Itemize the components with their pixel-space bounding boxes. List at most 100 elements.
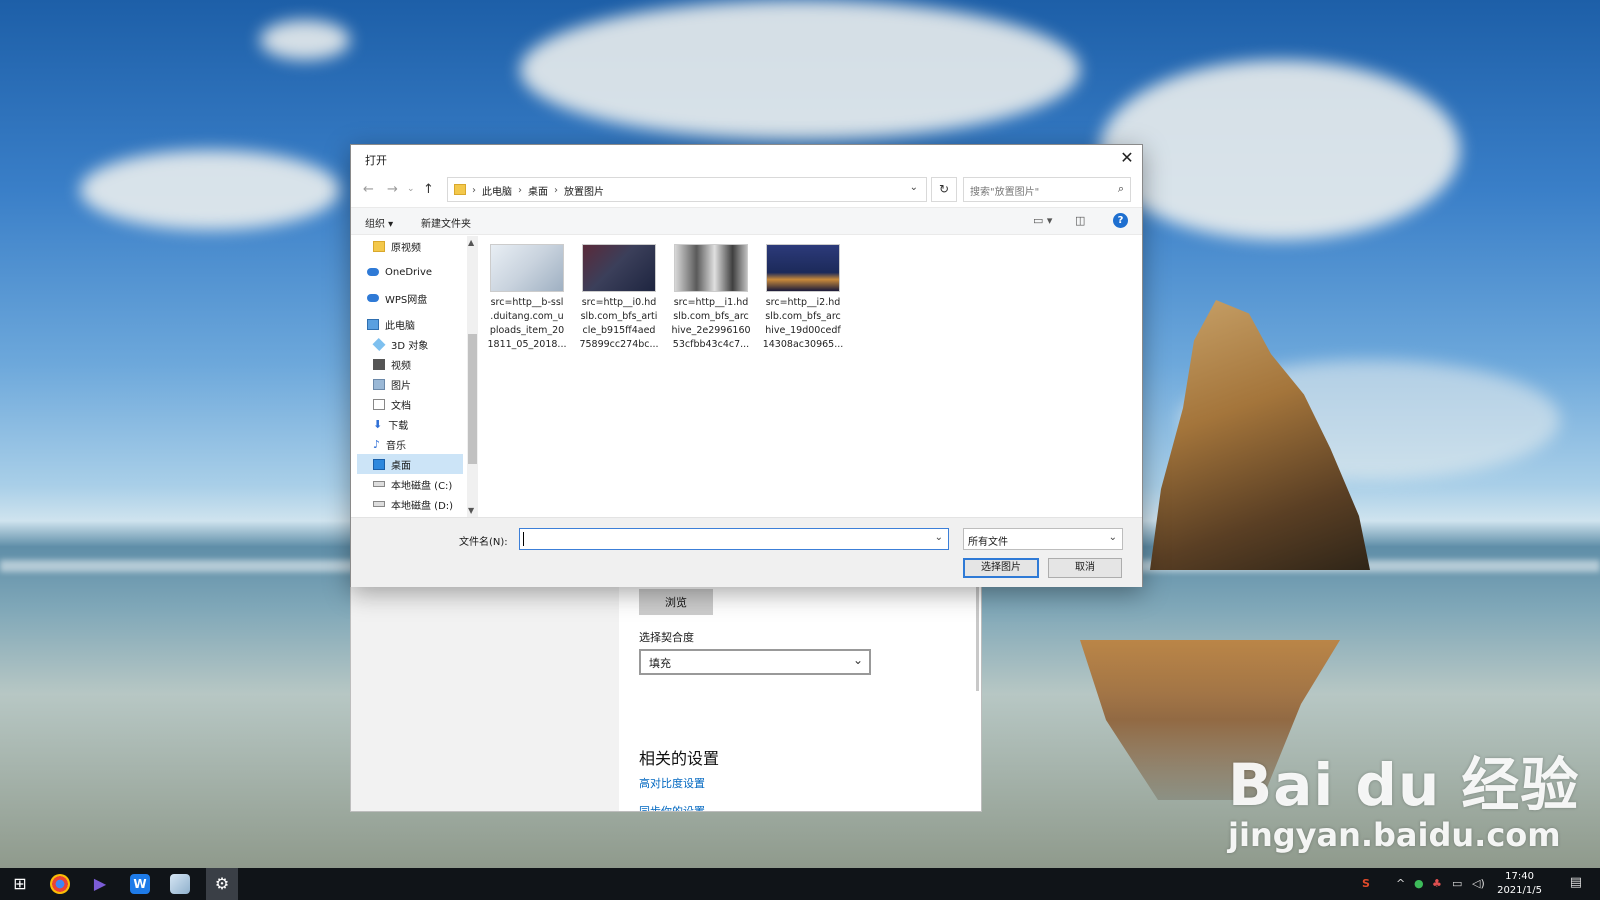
search-icon: ⌕ (1117, 182, 1124, 195)
file-name: src=http__i2.hd slb.com_bfs_arc hive_19d00… (762, 297, 844, 350)
taskbar: ⊞ ▶ W ⚙ S ^ ● ♣ ▭ ◁) 17:40 2021/1/5 ▤ (0, 868, 1600, 900)
address-row: ← → ⌄ ↑ › 此电脑 › 桌面 › 放置图片 ⌄ ↻ 搜索"放置图片" ⌕ (351, 173, 1142, 207)
nav-scrollbar[interactable]: ▲ ▼ (467, 236, 478, 517)
file-name: src=http__i1.hd slb.com_bfs_arc hive_2e299… (671, 297, 751, 350)
nav-item-music[interactable]: ♪ 音乐 (373, 434, 469, 454)
document-icon (373, 398, 385, 410)
nav-label: 本地磁盘 (D:) (391, 500, 454, 512)
sync-settings-link[interactable]: 同步你的设置 (639, 803, 705, 811)
file-item[interactable]: src=http__i1.hd slb.com_bfs_arc hive_2e299… (669, 242, 753, 352)
tray-app-icon[interactable]: ♣ (1432, 877, 1442, 890)
wechat-icon[interactable]: ● (1414, 877, 1424, 890)
dialog-title: 打开 (365, 154, 387, 167)
address-bar[interactable]: › 此电脑 › 桌面 › 放置图片 ⌄ (447, 177, 927, 202)
high-contrast-link[interactable]: 高对比度设置 (639, 775, 705, 791)
windows-start-icon[interactable]: ⊞ (10, 874, 30, 894)
search-input[interactable]: 搜索"放置图片" ⌕ (963, 177, 1131, 202)
nav-item-downloads[interactable]: ⬇ 下载 (373, 414, 469, 434)
nav-label: 原视频 (391, 242, 421, 254)
notification-center-icon[interactable]: ▤ (1570, 875, 1582, 890)
chevron-up-icon[interactable]: ^ (1396, 877, 1405, 890)
up-arrow-icon[interactable]: ↑ (423, 182, 434, 197)
download-icon: ⬇ (373, 417, 383, 431)
select-picture-button[interactable]: 选择图片 (963, 558, 1039, 578)
nav-item-3d-objects[interactable]: 3D 对象 (372, 334, 469, 354)
back-arrow-icon[interactable]: ← (363, 182, 374, 197)
breadcrumb-item[interactable]: 此电脑 (482, 183, 512, 198)
nav-item-drive-d[interactable]: 本地磁盘 (D:) (373, 494, 469, 514)
clock-date: 2021/1/5 (1497, 885, 1542, 896)
scroll-thumb[interactable] (468, 334, 477, 464)
chevron-down-icon: ⌄ (852, 653, 863, 667)
browse-button[interactable]: 浏览 (639, 589, 713, 615)
nav-item-original-videos[interactable]: 原视频 (373, 236, 469, 256)
wps-icon[interactable]: W (130, 874, 150, 894)
settings-gear-icon[interactable]: ⚙ (206, 868, 238, 900)
forward-arrow-icon[interactable]: → (387, 182, 398, 197)
related-settings-title: 相关的设置 (639, 749, 720, 768)
baidu-watermark: Bai du 经验 jingyan.baidu.com (1228, 738, 1579, 854)
drive-icon (373, 501, 385, 507)
settings-scrollbar[interactable] (976, 581, 979, 691)
nav-label: OneDrive (385, 266, 433, 278)
preview-pane-icon[interactable]: ◫ (1075, 214, 1085, 227)
notepad-icon[interactable] (170, 874, 190, 894)
change-view-icon[interactable]: ▭ ▾ (1033, 214, 1052, 227)
system-clock[interactable]: 17:40 2021/1/5 (1497, 870, 1542, 898)
file-thumbnail (766, 244, 840, 292)
breadcrumb-item[interactable]: 放置图片 (564, 183, 604, 198)
file-list: src=http__b-ssl .duitang.com_u ploads_item… (483, 236, 1133, 517)
nav-item-this-pc[interactable]: 此电脑 (367, 314, 463, 334)
refresh-button[interactable]: ↻ (931, 177, 957, 202)
filename-input[interactable]: ⌄ (519, 528, 949, 550)
cancel-button[interactable]: 取消 (1048, 558, 1122, 578)
watermark-brand: Bai du 经验 (1228, 751, 1580, 819)
settings-window: 浏览 选择契合度 填充 ⌄ 相关的设置 高对比度设置 同步你的设置 (350, 560, 982, 812)
nav-item-documents[interactable]: 文档 (373, 394, 469, 414)
nav-item-wps-drive[interactable]: WPS网盘 (367, 288, 463, 308)
file-thumbnail (674, 244, 748, 292)
recent-locations-icon[interactable]: ⌄ (407, 184, 415, 194)
nav-item-videos[interactable]: 视频 (373, 354, 469, 374)
file-item[interactable]: src=http__b-ssl .duitang.com_u ploads_item… (485, 242, 569, 352)
navigation-pane: 原视频 OneDrive WPS网盘 此电脑 3D 对象 视频 图片 文档 ⬇ 下… (351, 236, 478, 517)
dialog-body: 原视频 OneDrive WPS网盘 此电脑 3D 对象 视频 图片 文档 ⬇ 下… (351, 236, 1142, 517)
folder-icon (454, 184, 466, 195)
nav-label: WPS网盘 (385, 294, 428, 306)
nav-label: 音乐 (386, 440, 407, 452)
chevron-down-icon: ⌄ (1108, 532, 1117, 543)
sogou-input-icon[interactable]: S (1362, 877, 1370, 890)
scroll-down-icon[interactable]: ▼ (468, 506, 474, 515)
file-type-dropdown[interactable]: 所有文件 ⌄ (963, 528, 1123, 550)
nav-item-desktop[interactable]: 桌面 (357, 454, 463, 474)
nav-label: 此电脑 (385, 320, 415, 332)
nav-label: 下载 (388, 420, 409, 432)
nav-item-drive-c[interactable]: 本地磁盘 (C:) (373, 474, 469, 494)
organize-menu[interactable]: 组织 ▾ (365, 215, 393, 230)
help-icon[interactable]: ? (1113, 213, 1128, 228)
scroll-up-icon[interactable]: ▲ (468, 238, 474, 247)
close-button[interactable]: ✕ (1112, 145, 1142, 173)
fit-dropdown[interactable]: 填充 ⌄ (639, 649, 871, 675)
cloud-icon (367, 268, 379, 276)
chrome-icon[interactable] (50, 874, 70, 894)
file-item[interactable]: src=http__i2.hd slb.com_bfs_arc hive_19d00… (761, 242, 845, 352)
file-type-value: 所有文件 (968, 537, 1008, 548)
chevron-down-icon[interactable]: ⌄ (935, 532, 943, 543)
dialog-titlebar: 打开 ✕ (351, 145, 1142, 173)
chevron-down-icon[interactable]: ⌄ (910, 182, 918, 193)
nav-item-onedrive[interactable]: OneDrive (367, 262, 463, 282)
fit-value: 填充 (649, 657, 671, 670)
drive-icon (373, 481, 385, 487)
breadcrumb-item[interactable]: 桌面 (528, 183, 548, 198)
network-icon[interactable]: ▭ (1452, 877, 1462, 890)
file-thumbnail (582, 244, 656, 292)
nav-label: 本地磁盘 (C:) (391, 480, 453, 492)
desktop-icon (373, 458, 385, 470)
volume-icon[interactable]: ◁) (1472, 877, 1485, 890)
media-player-icon[interactable]: ▶ (90, 874, 110, 894)
file-item[interactable]: src=http__i0.hd slb.com_bfs_arti cle_b915f… (577, 242, 661, 352)
nav-item-pictures[interactable]: 图片 (373, 374, 469, 394)
nav-label: 3D 对象 (391, 340, 429, 352)
new-folder-button[interactable]: 新建文件夹 (421, 215, 471, 230)
